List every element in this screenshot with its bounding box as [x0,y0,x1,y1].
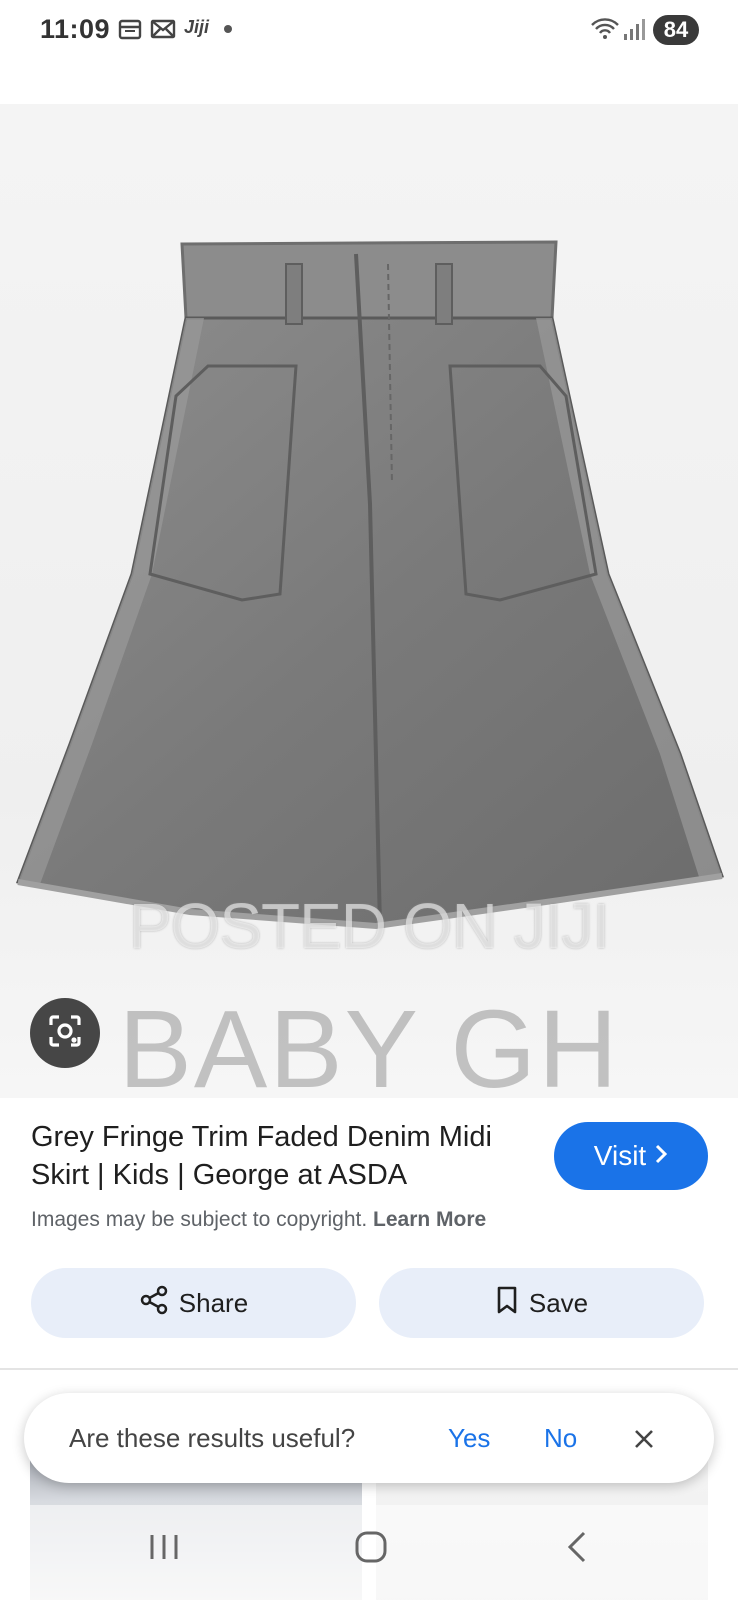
chevron-right-icon [654,1140,668,1172]
home-icon[interactable] [353,1529,389,1570]
visit-button[interactable]: Visit [554,1122,708,1190]
back-icon[interactable] [562,1529,592,1570]
status-bar: 11:09 Jiji 84 [0,0,738,62]
status-time: 11:09 [40,14,111,44]
recent-apps-icon[interactable] [146,1529,182,1570]
signal-icon [622,16,648,47]
bookmark-icon [495,1285,519,1322]
share-button[interactable]: Share [31,1268,356,1338]
result-title[interactable]: Grey Fringe Trim Faded Denim Midi Skirt … [31,1118,521,1194]
notification-dot [224,25,232,33]
visit-label: Visit [593,1140,647,1171]
feedback-no-button[interactable]: No [544,1423,577,1454]
calendar-icon [118,18,142,45]
lens-search-button[interactable] [30,998,100,1068]
save-button[interactable]: Save [379,1268,704,1338]
share-icon [139,1285,169,1322]
result-info: Grey Fringe Trim Faded Denim Midi Skirt … [0,1098,738,1368]
navigation-bar [0,1505,738,1600]
mail-icon [150,18,176,45]
product-image[interactable]: POSTED ON JIJI BABY GH [0,104,738,1098]
feedback-yes-button[interactable]: Yes [448,1423,490,1454]
copyright-text: Images may be subject to copyright. [31,1208,368,1231]
jiji-app-icon: Jiji [184,17,210,37]
watermark-posted-on-jiji: POSTED ON JIJI [128,890,610,962]
lens-icon [47,1013,83,1054]
feedback-question: Are these results useful? [69,1423,356,1453]
watermark-brand: BABY GH [118,988,620,1098]
battery-indicator: 84 [653,15,699,45]
share-label: Share [178,1287,249,1318]
close-icon[interactable] [624,1419,664,1459]
wifi-icon [590,16,620,47]
copyright-notice: Images may be subject to copyright. Lear… [31,1208,486,1232]
feedback-bar: Are these results useful? Yes No [24,1393,714,1483]
save-label: Save [528,1287,589,1318]
learn-more-link[interactable]: Learn More [373,1208,486,1231]
